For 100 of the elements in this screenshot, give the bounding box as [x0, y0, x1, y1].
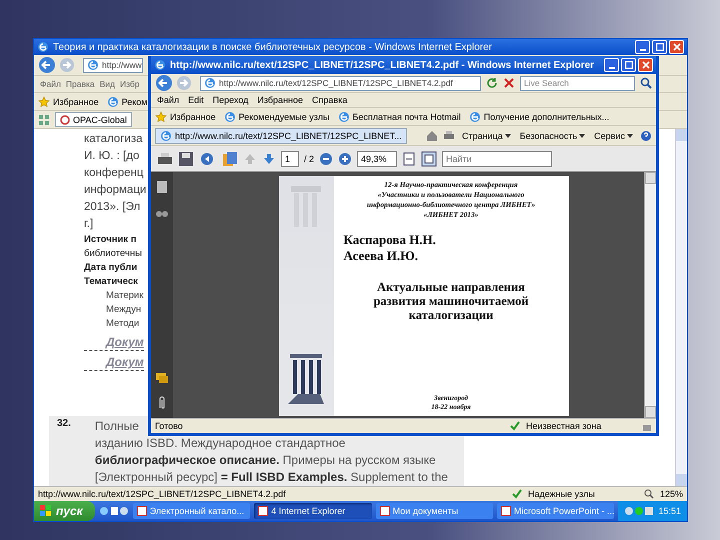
- menu-item[interactable]: Файл: [38, 79, 63, 89]
- menu-item[interactable]: Избр: [118, 79, 142, 89]
- star-icon: [155, 110, 167, 122]
- entry-text-line: изданию ISBD. Международное стандартное: [94, 435, 346, 452]
- clock: 15:51: [658, 506, 681, 516]
- minimize-button[interactable]: [604, 58, 619, 72]
- address-field[interactable]: http://www: [83, 58, 143, 72]
- taskbar-button[interactable]: Электронный катало...: [132, 503, 250, 519]
- browser-icon: [338, 110, 350, 122]
- author-name: Каспарова Н.Н.: [344, 232, 436, 248]
- status-url: http://www.nilc.ru/text/12SPC_LIBNET/12SPC_LIBNET4.2.pdf: [38, 489, 287, 499]
- zoom-out-icon[interactable]: [319, 152, 334, 166]
- taskbar-button[interactable]: Microsoft PowerPoint - ...: [497, 503, 614, 519]
- menu-item[interactable]: Правка: [64, 79, 97, 89]
- browser-tab[interactable]: http://www.nilc.ru/text/12SPC_LIBNET/12SPC_LIBNET...: [155, 128, 407, 144]
- window-icon: [136, 506, 147, 516]
- text-fragment: каталогиза: [84, 132, 142, 147]
- star-icon: [38, 96, 50, 108]
- start-button[interactable]: пуск: [34, 501, 95, 521]
- document-title-line: каталогизации: [408, 308, 494, 322]
- status-text: Готово: [155, 421, 184, 431]
- document-title-line: развития машиночитаемой: [373, 294, 529, 308]
- maximize-button[interactable]: [621, 58, 636, 72]
- document-title-line: Актуальные направления: [377, 280, 525, 294]
- address-field[interactable]: http://www.nilc.ru/text/12SPC_LIBNET/12SPC_LIBNET4.2.pdf: [200, 76, 481, 90]
- favorites-button[interactable]: Избранное: [38, 96, 99, 108]
- taskbar-button[interactable]: Мои документы: [376, 503, 494, 519]
- page-count: / 2: [304, 154, 314, 164]
- browser-icon: [154, 59, 166, 71]
- search-icon[interactable]: [640, 77, 652, 89]
- text-fragment: 2013». [Эл: [84, 200, 140, 215]
- windows-logo-icon: [40, 505, 52, 517]
- text-fragment: г.]: [84, 217, 94, 232]
- minimize-button[interactable]: [635, 40, 650, 54]
- favorites-link[interactable]: Бесплатная почта Hotmail: [338, 110, 461, 122]
- text-fragment: конференц: [84, 166, 144, 181]
- maximize-icon: [656, 43, 664, 51]
- command-menu[interactable]: Сервис: [592, 130, 635, 140]
- text-fragment: Материк: [105, 289, 144, 303]
- zoom-field[interactable]: 49,3%: [357, 150, 398, 166]
- refresh-icon[interactable]: [486, 77, 498, 89]
- caret-icon: [504, 134, 511, 138]
- pages-icon[interactable]: [222, 150, 238, 166]
- fit-page-icon[interactable]: [402, 152, 416, 166]
- find-field[interactable]: Найти: [442, 150, 552, 166]
- menu-item[interactable]: Edit: [186, 95, 206, 105]
- entry-text-line: [Электронный ресурс] = Full ISBD Examples. Supplement to the: [94, 469, 448, 486]
- zoom-in-icon[interactable]: [338, 152, 352, 166]
- browser-icon: [204, 77, 216, 89]
- quick-launch-icon[interactable]: [98, 505, 129, 517]
- magnifier-icon[interactable]: [644, 489, 654, 499]
- browser-icon: [106, 96, 119, 108]
- window-title: Теория и практика каталогизации в поиске библиотечных ресурсов - Windows Internet Explorer: [53, 42, 493, 52]
- window-icon: [380, 506, 390, 516]
- entry-text-line: библиографическое описание. Примеры на русском языке: [94, 452, 436, 469]
- check-icon: [510, 421, 520, 431]
- favorites-link[interactable]: Получение дополнительных...: [468, 110, 610, 122]
- zone-text: Неизвестная зона: [526, 421, 602, 431]
- window-title: http://www.nilc.ru/text/12SPC_LIBNET/12SPC_LIBNET4.2.pdf - Windows Internet Explorer: [170, 60, 596, 70]
- help-icon[interactable]: [640, 130, 652, 142]
- close-button[interactable]: [638, 58, 653, 72]
- favorites-button[interactable]: Избранное: [155, 110, 216, 122]
- browser-tab[interactable]: OPAC-Global: [55, 112, 132, 127]
- text-fragment: Дата публи: [84, 261, 138, 275]
- tray-icons: [624, 505, 654, 517]
- menu-item[interactable]: Избранное: [255, 95, 306, 105]
- command-menu[interactable]: Страница: [460, 130, 513, 140]
- column-drawing: [289, 184, 323, 230]
- menu-item[interactable]: Файл: [155, 95, 182, 105]
- menu-item[interactable]: Вид: [98, 79, 118, 89]
- menu-item[interactable]: Справка: [310, 95, 350, 105]
- menu-item[interactable]: Переход: [210, 95, 250, 105]
- maximize-button[interactable]: [652, 40, 667, 54]
- text-fragment: Междун: [105, 303, 142, 317]
- favorites-link[interactable]: Рекомендуемые узлы: [224, 110, 330, 122]
- pages-icon[interactable]: [156, 180, 168, 194]
- printer-icon[interactable]: [157, 150, 173, 166]
- text-fragment: Источник п: [84, 233, 136, 247]
- comments-icon[interactable]: [155, 372, 169, 384]
- browser-icon: [224, 110, 236, 122]
- command-menu[interactable]: Безопасность: [518, 130, 588, 140]
- fit-width-icon[interactable]: [421, 150, 438, 166]
- down-arrow-icon[interactable]: [262, 152, 276, 166]
- page-number-field[interactable]: 1: [281, 150, 299, 166]
- taskbar-button[interactable]: 4 Internet Explorer: [254, 503, 372, 519]
- page-icon: [60, 114, 70, 124]
- zoom-level[interactable]: 125%: [660, 489, 683, 499]
- stop-icon[interactable]: [503, 77, 515, 89]
- close-button[interactable]: [669, 40, 684, 54]
- window-icon: [258, 506, 268, 516]
- close-icon: [672, 43, 680, 51]
- printer-icon[interactable]: [442, 130, 455, 142]
- text-fragment: информаци: [84, 183, 146, 198]
- text-fragment: Методи: [105, 317, 140, 331]
- browser-icon: [468, 110, 481, 122]
- check-icon: [512, 489, 522, 499]
- favorites-link[interactable]: Реком: [106, 96, 148, 108]
- search-field[interactable]: Live Search: [520, 76, 635, 90]
- zone-text: Надежные узлы: [528, 489, 596, 499]
- window-icon: [501, 506, 512, 516]
